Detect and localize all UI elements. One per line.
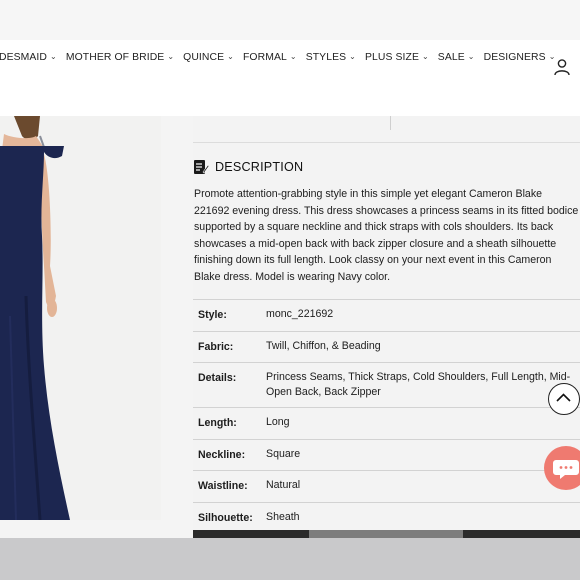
chat-button[interactable]: [544, 446, 580, 490]
nav-item-bridesmaid[interactable]: IDESMAID ⌄: [0, 52, 57, 63]
main-nav: IDESMAID ⌄ MOTHER OF BRIDE ⌄ QUINCE ⌄ FORMA…: [0, 40, 580, 116]
nav-item-label: MOTHER OF BRIDE: [65, 52, 165, 63]
nav-item-styles[interactable]: STYLES ⌄: [306, 52, 356, 63]
nav-menu: IDESMAID ⌄ MOTHER OF BRIDE ⌄ QUINCE ⌄ FORMA…: [0, 52, 565, 63]
spec-key: Fabric:: [193, 330, 266, 363]
table-row: Neckline: Square: [193, 438, 580, 471]
chevron-down-icon: ⌄: [289, 52, 297, 61]
spec-key: Length:: [193, 407, 266, 439]
nav-item-label: FORMAL: [242, 52, 287, 63]
spec-value: Long: [266, 407, 580, 439]
divider: [390, 116, 391, 130]
chat-bubble-icon: [553, 460, 579, 479]
spec-value: monc_221692: [266, 299, 580, 331]
chevron-down-icon: ⌄: [227, 52, 234, 61]
chevron-down-icon: ⌄: [467, 52, 475, 61]
description-heading: DESCRIPTION: [193, 159, 303, 175]
table-row: Waistline: Natural: [193, 470, 580, 502]
product-details: DESCRIPTION Promote attention-grabbing s…: [193, 116, 580, 538]
spec-value: Sheath: [266, 501, 580, 534]
screen: IDESMAID ⌄ MOTHER OF BRIDE ⌄ QUINCE ⌄ FORMA…: [0, 0, 580, 538]
nav-item-quince[interactable]: QUINCE ⌄: [183, 52, 234, 63]
info-panel: [193, 116, 580, 143]
table-row: Details: Princess Seams, Thick Straps, C…: [193, 362, 580, 408]
chevron-down-icon: ⌄: [349, 52, 356, 61]
chevron-up-icon: [556, 393, 571, 402]
spec-key: Silhouette:: [193, 501, 266, 534]
table-row: Fabric: Twill, Chiffon, & Beading: [193, 330, 580, 363]
spec-key: Details:: [193, 362, 266, 408]
nav-item-label: PLUS SIZE: [364, 52, 419, 63]
nav-item-sale[interactable]: SALE ⌄: [438, 52, 475, 63]
chevron-down-icon: ⌄: [167, 52, 175, 61]
specs-table: Style: monc_221692 Fabric: Twill, Chiffo…: [193, 299, 580, 534]
chevron-down-icon: ⌄: [421, 52, 429, 61]
table-row: Style: monc_221692: [193, 299, 580, 331]
dress-model-image: [0, 116, 161, 520]
description-text: Promote attention-grabbing style in this…: [194, 188, 579, 283]
spec-key: Style:: [193, 299, 266, 331]
nav-item-label: STYLES: [305, 52, 347, 63]
note-edit-icon: [194, 160, 209, 174]
nav-item-label: IDESMAID: [0, 52, 48, 63]
table-row: Length: Long: [193, 407, 580, 439]
spec-value: Twill, Chiffon, & Beading: [266, 330, 580, 363]
spec-key: Neckline:: [193, 438, 266, 471]
nav-item-label: QUINCE: [183, 52, 225, 63]
scroll-to-top-button[interactable]: [548, 383, 580, 415]
nav-item-label: DESIGNERS: [483, 52, 546, 63]
bottom-toolbar: [193, 530, 580, 538]
spec-value: Square: [266, 438, 580, 471]
nav-item-designers[interactable]: DESIGNERS ⌄: [484, 52, 556, 63]
spec-key: Waistline:: [193, 470, 266, 502]
nav-item-label: SALE: [437, 52, 465, 63]
spec-value: Princess Seams, Thick Straps, Cold Shoul…: [266, 362, 580, 408]
chevron-down-icon: ⌄: [50, 52, 57, 61]
top-strip: [0, 0, 580, 40]
product-image[interactable]: [0, 116, 161, 520]
toolbar-segment: [309, 530, 463, 538]
description-title: DESCRIPTION: [215, 160, 304, 174]
user-icon[interactable]: [553, 58, 571, 76]
spec-value: Natural: [266, 470, 580, 502]
table-row: Silhouette: Sheath: [193, 501, 580, 534]
nav-item-mother-of-bride[interactable]: MOTHER OF BRIDE ⌄: [66, 52, 174, 63]
nav-item-plus-size[interactable]: PLUS SIZE ⌄: [365, 52, 429, 63]
nav-item-formal[interactable]: FORMAL ⌄: [243, 52, 297, 63]
